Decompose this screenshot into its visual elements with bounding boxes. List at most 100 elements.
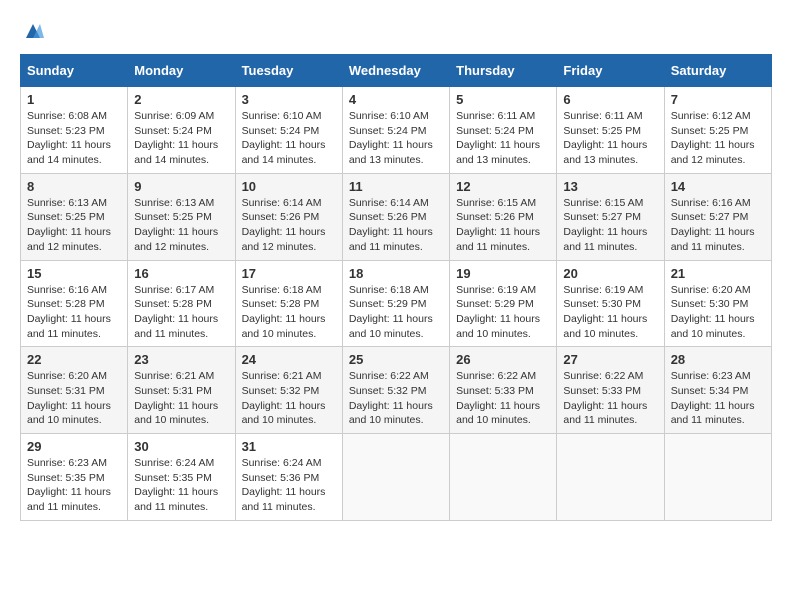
day-info: Sunrise: 6:23 AMSunset: 5:35 PMDaylight:…: [27, 457, 111, 513]
calendar-cell: 14 Sunrise: 6:16 AMSunset: 5:27 PMDaylig…: [664, 173, 771, 260]
calendar-week-row: 1 Sunrise: 6:08 AMSunset: 5:23 PMDayligh…: [21, 87, 772, 174]
calendar-cell: 19 Sunrise: 6:19 AMSunset: 5:29 PMDaylig…: [450, 260, 557, 347]
day-info: Sunrise: 6:18 AMSunset: 5:28 PMDaylight:…: [242, 284, 326, 340]
day-info: Sunrise: 6:13 AMSunset: 5:25 PMDaylight:…: [134, 197, 218, 253]
calendar-header-row: SundayMondayTuesdayWednesdayThursdayFrid…: [21, 55, 772, 87]
day-number: 11: [349, 179, 443, 194]
day-number: 25: [349, 352, 443, 367]
day-info: Sunrise: 6:24 AMSunset: 5:35 PMDaylight:…: [134, 457, 218, 513]
calendar-cell: 9 Sunrise: 6:13 AMSunset: 5:25 PMDayligh…: [128, 173, 235, 260]
day-number: 16: [134, 266, 228, 281]
calendar-cell: 24 Sunrise: 6:21 AMSunset: 5:32 PMDaylig…: [235, 347, 342, 434]
calendar-cell: [342, 434, 449, 521]
calendar-week-row: 22 Sunrise: 6:20 AMSunset: 5:31 PMDaylig…: [21, 347, 772, 434]
calendar: SundayMondayTuesdayWednesdayThursdayFrid…: [20, 54, 772, 521]
calendar-cell: 6 Sunrise: 6:11 AMSunset: 5:25 PMDayligh…: [557, 87, 664, 174]
calendar-cell: 20 Sunrise: 6:19 AMSunset: 5:30 PMDaylig…: [557, 260, 664, 347]
calendar-cell: 28 Sunrise: 6:23 AMSunset: 5:34 PMDaylig…: [664, 347, 771, 434]
day-info: Sunrise: 6:23 AMSunset: 5:34 PMDaylight:…: [671, 370, 755, 426]
day-number: 2: [134, 92, 228, 107]
day-info: Sunrise: 6:12 AMSunset: 5:25 PMDaylight:…: [671, 110, 755, 166]
calendar-cell: 1 Sunrise: 6:08 AMSunset: 5:23 PMDayligh…: [21, 87, 128, 174]
day-info: Sunrise: 6:20 AMSunset: 5:30 PMDaylight:…: [671, 284, 755, 340]
day-info: Sunrise: 6:09 AMSunset: 5:24 PMDaylight:…: [134, 110, 218, 166]
day-info: Sunrise: 6:08 AMSunset: 5:23 PMDaylight:…: [27, 110, 111, 166]
calendar-week-row: 8 Sunrise: 6:13 AMSunset: 5:25 PMDayligh…: [21, 173, 772, 260]
day-info: Sunrise: 6:21 AMSunset: 5:32 PMDaylight:…: [242, 370, 326, 426]
day-number: 28: [671, 352, 765, 367]
calendar-cell: 12 Sunrise: 6:15 AMSunset: 5:26 PMDaylig…: [450, 173, 557, 260]
col-header-tuesday: Tuesday: [235, 55, 342, 87]
day-info: Sunrise: 6:11 AMSunset: 5:24 PMDaylight:…: [456, 110, 540, 166]
day-number: 5: [456, 92, 550, 107]
day-number: 31: [242, 439, 336, 454]
day-number: 14: [671, 179, 765, 194]
day-number: 29: [27, 439, 121, 454]
logo: [20, 20, 44, 38]
logo-icon: [22, 20, 44, 42]
calendar-cell: 27 Sunrise: 6:22 AMSunset: 5:33 PMDaylig…: [557, 347, 664, 434]
day-info: Sunrise: 6:17 AMSunset: 5:28 PMDaylight:…: [134, 284, 218, 340]
day-number: 18: [349, 266, 443, 281]
calendar-cell: 26 Sunrise: 6:22 AMSunset: 5:33 PMDaylig…: [450, 347, 557, 434]
day-number: 6: [563, 92, 657, 107]
day-number: 12: [456, 179, 550, 194]
day-number: 27: [563, 352, 657, 367]
day-info: Sunrise: 6:18 AMSunset: 5:29 PMDaylight:…: [349, 284, 433, 340]
col-header-saturday: Saturday: [664, 55, 771, 87]
calendar-week-row: 15 Sunrise: 6:16 AMSunset: 5:28 PMDaylig…: [21, 260, 772, 347]
day-number: 15: [27, 266, 121, 281]
day-number: 4: [349, 92, 443, 107]
calendar-cell: 5 Sunrise: 6:11 AMSunset: 5:24 PMDayligh…: [450, 87, 557, 174]
day-info: Sunrise: 6:19 AMSunset: 5:30 PMDaylight:…: [563, 284, 647, 340]
calendar-cell: [557, 434, 664, 521]
day-info: Sunrise: 6:16 AMSunset: 5:27 PMDaylight:…: [671, 197, 755, 253]
day-number: 1: [27, 92, 121, 107]
calendar-cell: 13 Sunrise: 6:15 AMSunset: 5:27 PMDaylig…: [557, 173, 664, 260]
day-info: Sunrise: 6:24 AMSunset: 5:36 PMDaylight:…: [242, 457, 326, 513]
calendar-cell: 16 Sunrise: 6:17 AMSunset: 5:28 PMDaylig…: [128, 260, 235, 347]
day-info: Sunrise: 6:20 AMSunset: 5:31 PMDaylight:…: [27, 370, 111, 426]
calendar-cell: 18 Sunrise: 6:18 AMSunset: 5:29 PMDaylig…: [342, 260, 449, 347]
day-info: Sunrise: 6:13 AMSunset: 5:25 PMDaylight:…: [27, 197, 111, 253]
calendar-cell: 2 Sunrise: 6:09 AMSunset: 5:24 PMDayligh…: [128, 87, 235, 174]
calendar-cell: 7 Sunrise: 6:12 AMSunset: 5:25 PMDayligh…: [664, 87, 771, 174]
day-number: 30: [134, 439, 228, 454]
calendar-cell: 3 Sunrise: 6:10 AMSunset: 5:24 PMDayligh…: [235, 87, 342, 174]
day-number: 17: [242, 266, 336, 281]
day-number: 22: [27, 352, 121, 367]
day-info: Sunrise: 6:22 AMSunset: 5:33 PMDaylight:…: [563, 370, 647, 426]
calendar-cell: 10 Sunrise: 6:14 AMSunset: 5:26 PMDaylig…: [235, 173, 342, 260]
calendar-cell: 23 Sunrise: 6:21 AMSunset: 5:31 PMDaylig…: [128, 347, 235, 434]
calendar-cell: 8 Sunrise: 6:13 AMSunset: 5:25 PMDayligh…: [21, 173, 128, 260]
day-number: 21: [671, 266, 765, 281]
calendar-cell: 29 Sunrise: 6:23 AMSunset: 5:35 PMDaylig…: [21, 434, 128, 521]
day-number: 9: [134, 179, 228, 194]
day-number: 8: [27, 179, 121, 194]
day-number: 10: [242, 179, 336, 194]
day-info: Sunrise: 6:15 AMSunset: 5:26 PMDaylight:…: [456, 197, 540, 253]
calendar-cell: 21 Sunrise: 6:20 AMSunset: 5:30 PMDaylig…: [664, 260, 771, 347]
day-info: Sunrise: 6:19 AMSunset: 5:29 PMDaylight:…: [456, 284, 540, 340]
calendar-cell: 4 Sunrise: 6:10 AMSunset: 5:24 PMDayligh…: [342, 87, 449, 174]
col-header-thursday: Thursday: [450, 55, 557, 87]
header: [20, 20, 772, 38]
calendar-cell: 11 Sunrise: 6:14 AMSunset: 5:26 PMDaylig…: [342, 173, 449, 260]
day-number: 23: [134, 352, 228, 367]
calendar-body: 1 Sunrise: 6:08 AMSunset: 5:23 PMDayligh…: [21, 87, 772, 521]
day-number: 7: [671, 92, 765, 107]
day-info: Sunrise: 6:15 AMSunset: 5:27 PMDaylight:…: [563, 197, 647, 253]
calendar-week-row: 29 Sunrise: 6:23 AMSunset: 5:35 PMDaylig…: [21, 434, 772, 521]
calendar-cell: [664, 434, 771, 521]
col-header-sunday: Sunday: [21, 55, 128, 87]
day-info: Sunrise: 6:22 AMSunset: 5:33 PMDaylight:…: [456, 370, 540, 426]
calendar-cell: 22 Sunrise: 6:20 AMSunset: 5:31 PMDaylig…: [21, 347, 128, 434]
day-info: Sunrise: 6:14 AMSunset: 5:26 PMDaylight:…: [349, 197, 433, 253]
day-number: 19: [456, 266, 550, 281]
day-info: Sunrise: 6:14 AMSunset: 5:26 PMDaylight:…: [242, 197, 326, 253]
day-info: Sunrise: 6:10 AMSunset: 5:24 PMDaylight:…: [349, 110, 433, 166]
day-info: Sunrise: 6:11 AMSunset: 5:25 PMDaylight:…: [563, 110, 647, 166]
day-info: Sunrise: 6:16 AMSunset: 5:28 PMDaylight:…: [27, 284, 111, 340]
calendar-cell: 30 Sunrise: 6:24 AMSunset: 5:35 PMDaylig…: [128, 434, 235, 521]
calendar-cell: 25 Sunrise: 6:22 AMSunset: 5:32 PMDaylig…: [342, 347, 449, 434]
